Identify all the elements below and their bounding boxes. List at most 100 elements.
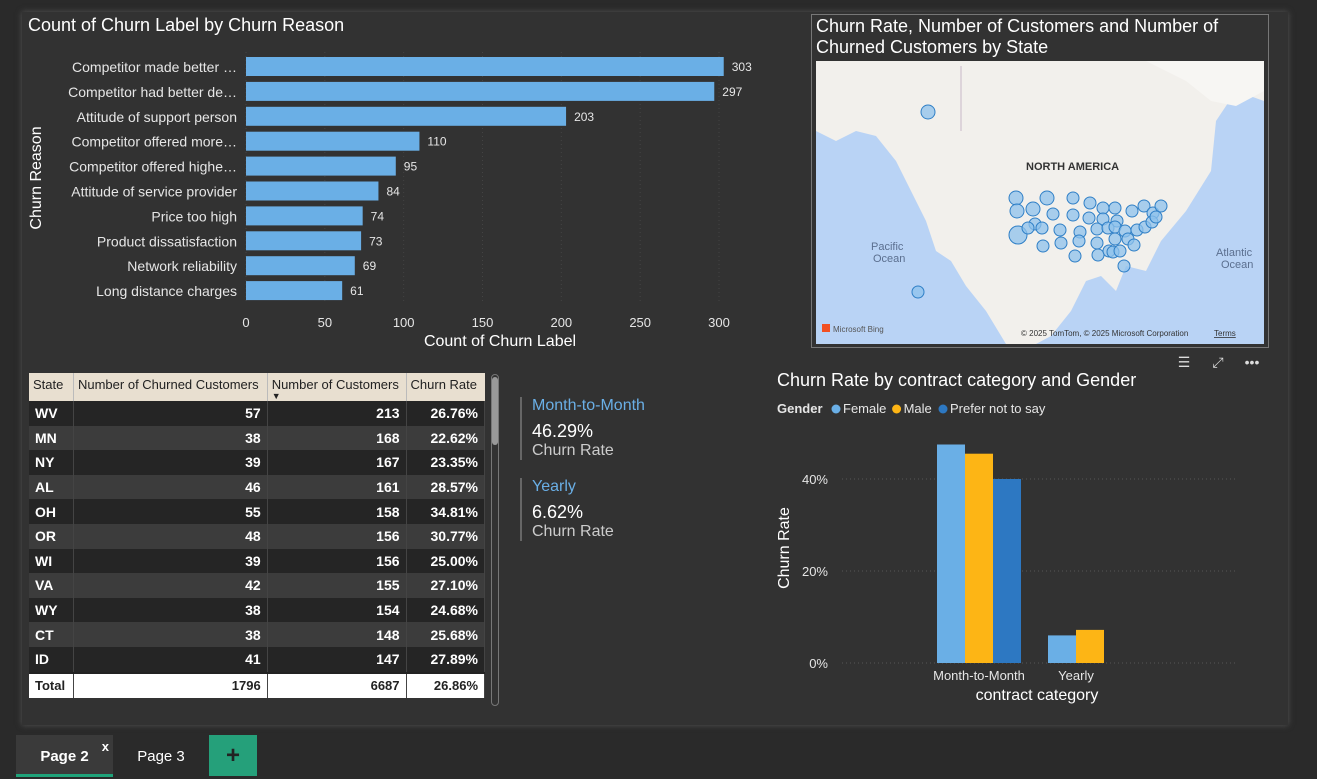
table-row[interactable]: ID 41 147 27.89% [29, 646, 486, 673]
cell-customers: 168 [267, 425, 407, 451]
state-bubble[interactable] [1108, 201, 1122, 215]
bar[interactable] [246, 181, 379, 201]
bar[interactable] [246, 156, 396, 176]
table-row[interactable]: OH 55 158 34.81% [29, 499, 486, 524]
state-bubble[interactable] [1127, 238, 1141, 252]
state-bubble[interactable] [1091, 248, 1105, 262]
state-bubble[interactable] [1082, 211, 1096, 225]
close-icon[interactable]: x [102, 725, 109, 769]
data-label: 73 [369, 234, 383, 248]
card-value: 6.62% [532, 502, 584, 522]
state-map-visual[interactable]: Churn Rate, Number of Customers and Numb… [811, 14, 1269, 348]
report-canvas: Count of Churn Label by Churn Reason 0 50… [22, 12, 1288, 725]
column-header-churned[interactable]: Number of Churned Customers [73, 373, 268, 401]
tab-page-3[interactable]: Page 3 [118, 735, 204, 774]
state-bubble[interactable] [920, 104, 936, 120]
state-bubble[interactable] [1149, 210, 1163, 224]
table-row[interactable]: OR 48 156 30.77% [29, 523, 486, 549]
add-page-button[interactable]: + [209, 735, 257, 776]
category-label: Long distance charges [96, 283, 237, 299]
bing-label: Microsoft Bing [833, 325, 884, 334]
focus-mode-icon[interactable]: ⤢ [1208, 353, 1228, 371]
table-row[interactable]: VA 42 155 27.10% [29, 573, 486, 598]
bar[interactable] [246, 106, 567, 126]
table-row[interactable]: CT 38 148 25.68% [29, 622, 486, 647]
state-bubble[interactable] [1039, 190, 1055, 206]
state-bubble[interactable] [1096, 201, 1110, 215]
tab-page-2[interactable]: Page 2 x [16, 735, 113, 777]
state-bubble[interactable] [1066, 191, 1080, 205]
state-bubble[interactable] [911, 285, 925, 299]
cell-state: ID [29, 646, 74, 673]
state-table[interactable]: State Number of Churned Customers Number… [29, 373, 486, 707]
table-scrollbar[interactable] [491, 374, 499, 706]
bar[interactable] [246, 231, 362, 251]
legend-item[interactable]: Female [843, 401, 886, 416]
state-bubble[interactable] [1035, 221, 1049, 235]
state-bubble[interactable] [1054, 236, 1068, 250]
column-header-state[interactable]: State [29, 373, 74, 401]
column-chart-title: Churn Rate by contract category and Gend… [777, 370, 1137, 390]
churn-reason-bar-chart[interactable]: 0 50 100 150 200 250 300 Competitor made better… [22, 12, 782, 357]
cell-customers: 155 [267, 573, 407, 598]
map-area[interactable]: NORTH AMERICA Pacific Ocean Atlantic Ocean… [816, 61, 1264, 344]
state-bubble[interactable] [1008, 190, 1024, 206]
bar[interactable] [246, 57, 724, 76]
terms-link[interactable]: Terms [1214, 329, 1236, 338]
cell-state: AL [29, 474, 74, 500]
bar[interactable] [246, 131, 420, 151]
scroll-thumb[interactable] [492, 377, 498, 445]
visual-header-toolbar: ☰ ⤢ ••• [1172, 353, 1282, 373]
cell-churned: 57 [73, 401, 268, 426]
table-row[interactable]: NY 39 167 23.35% [29, 450, 486, 475]
filter-icon[interactable]: ☰ [1174, 353, 1194, 371]
state-bubble[interactable] [1108, 232, 1122, 246]
card-yearly[interactable]: Yearly 6.62% Churn Rate [520, 478, 614, 541]
legend-item[interactable]: Male [904, 401, 932, 416]
card-label: Churn Rate [532, 442, 614, 459]
column-bar[interactable] [993, 479, 1021, 663]
column-header-churn-rate[interactable]: Churn Rate [406, 373, 485, 401]
state-bubble[interactable] [1021, 221, 1035, 235]
state-bubble[interactable] [1083, 196, 1097, 210]
bar[interactable] [246, 206, 363, 226]
bar[interactable] [246, 256, 355, 276]
bar[interactable] [246, 281, 343, 301]
state-bubble[interactable] [1025, 201, 1041, 217]
state-bubble[interactable] [1068, 249, 1082, 263]
state-bubble[interactable] [1090, 236, 1104, 250]
bar[interactable] [246, 81, 715, 101]
state-bubble[interactable] [1046, 207, 1060, 221]
column-bar[interactable] [965, 453, 993, 663]
column-header-customers[interactable]: Number of Customers ▼ [267, 373, 407, 401]
x-tick-label: 200 [550, 315, 572, 330]
card-month-to-month[interactable]: Month-to-Month 46.29% Churn Rate [520, 397, 645, 460]
legend-item[interactable]: Prefer not to say [950, 401, 1046, 416]
table-row[interactable]: AL 46 161 28.57% [29, 474, 486, 500]
state-bubble[interactable] [1154, 199, 1168, 213]
state-bubble[interactable] [1036, 239, 1050, 253]
data-label: 69 [363, 259, 377, 273]
state-bubble[interactable] [1066, 208, 1080, 222]
state-bubble[interactable] [1009, 203, 1025, 219]
column-bar[interactable] [1076, 629, 1104, 663]
cell-customers: 161 [267, 474, 407, 500]
more-options-icon[interactable]: ••• [1242, 353, 1262, 371]
table-row[interactable]: WY 38 154 24.68% [29, 597, 486, 623]
table-row[interactable]: WI 39 156 25.00% [29, 548, 486, 574]
data-label: 303 [732, 60, 752, 74]
state-bubble[interactable] [1117, 259, 1131, 273]
table-row[interactable]: MN 38 168 22.62% [29, 425, 486, 451]
state-bubble[interactable] [1113, 244, 1127, 258]
map-svg: NORTH AMERICA Pacific Ocean Atlantic Ocean… [816, 61, 1264, 344]
state-bubble[interactable] [1125, 204, 1139, 218]
state-bubble[interactable] [1053, 223, 1067, 237]
column-bar[interactable] [937, 444, 965, 664]
state-bubble[interactable] [1072, 234, 1086, 248]
cell-customers: 154 [267, 597, 407, 623]
legend-marker [892, 404, 902, 414]
column-bar[interactable] [1048, 635, 1076, 663]
state-bubble[interactable] [1090, 222, 1104, 236]
cell-churn-rate: 26.76% [406, 401, 486, 426]
table-row[interactable]: WV 57 213 26.76% [29, 401, 486, 426]
